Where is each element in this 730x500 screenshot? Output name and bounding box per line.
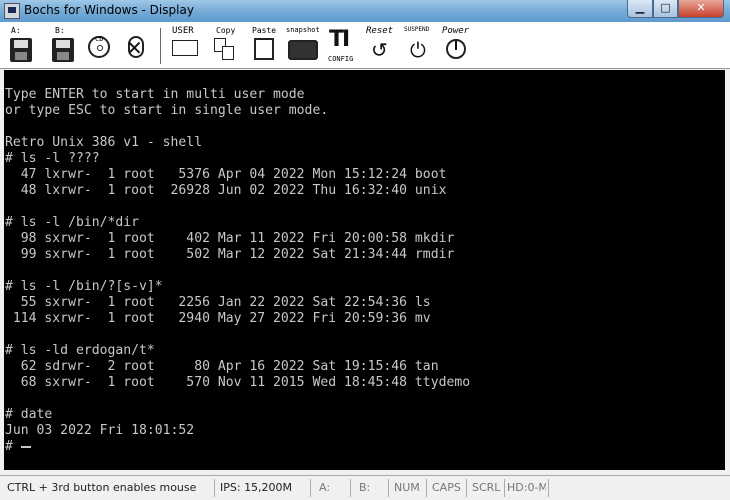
emulator-display[interactable]: Type ENTER to start in multi user mode o…: [4, 70, 725, 470]
copy-label: Copy: [216, 26, 236, 35]
minimize-button[interactable]: ▁: [627, 0, 653, 18]
snapshot-icon: [288, 40, 318, 60]
floppy-a-button[interactable]: A:: [8, 26, 38, 64]
snapshot-button[interactable]: snapshot: [286, 26, 322, 64]
power-label: Power: [442, 26, 470, 36]
floppy-a-icon: [10, 38, 32, 62]
suspend-label: SUSPEND: [404, 26, 430, 33]
status-empty: [548, 479, 728, 497]
cdrom-label: CD: [95, 35, 104, 43]
window-title: Bochs for Windows - Display: [24, 3, 194, 17]
text-cursor: [20, 445, 31, 448]
floppy-a-label: A:: [11, 26, 21, 35]
mouse-button[interactable]: ✕: [122, 26, 154, 64]
status-bar: CTRL + 3rd button enables mouse IPS: 15,…: [0, 475, 730, 500]
power-button[interactable]: Power: [442, 26, 476, 64]
floppy-b-label: B:: [55, 26, 65, 35]
suspend-button[interactable]: SUSPEND ⏻: [404, 26, 438, 64]
console-output: Type ENTER to start in multi user mode o…: [5, 87, 470, 455]
user-icon: [172, 40, 198, 56]
snapshot-label: snapshot: [286, 26, 320, 34]
status-caps: CAPS: [426, 479, 464, 497]
paste-label: Paste: [252, 26, 277, 35]
status-drive-b: B:: [350, 479, 386, 497]
reset-button[interactable]: Reset ↺: [366, 26, 398, 64]
maximize-button[interactable]: □: [653, 0, 678, 18]
status-hd: HD:0-M: [504, 479, 546, 497]
user-label: USER: [172, 26, 194, 36]
suspend-icon: ⏻: [410, 38, 426, 62]
status-scrl: SCRL: [466, 479, 502, 497]
status-mouse-hint: CTRL + 3rd button enables mouse: [7, 481, 197, 494]
toolbar-divider: [160, 28, 161, 64]
paste-icon: [254, 38, 274, 60]
copy-button[interactable]: Copy: [212, 26, 240, 64]
floppy-b-icon: [52, 38, 74, 62]
toolbar: A: B: CD ✕ USER Copy Paste snapshot T I …: [0, 22, 730, 69]
bochs-window: Bochs for Windows - Display ▁ □ ✕ A: B: …: [0, 0, 730, 500]
config-label: CONFIG: [328, 55, 354, 63]
app-icon[interactable]: [4, 3, 20, 19]
user-button[interactable]: USER: [170, 26, 202, 64]
cdrom-button[interactable]: CD: [86, 26, 116, 64]
status-drive-a: A:: [310, 479, 348, 497]
paste-button[interactable]: Paste: [252, 26, 280, 64]
status-num: NUM: [388, 479, 424, 497]
reset-icon: ↺: [371, 38, 388, 62]
reset-label: Reset: [366, 26, 394, 36]
title-bar[interactable]: Bochs for Windows - Display ▁ □ ✕: [0, 0, 730, 22]
floppy-b-button[interactable]: B:: [50, 26, 80, 64]
console-text: Type ENTER to start in multi user mode o…: [5, 87, 471, 454]
config-button[interactable]: T I CONFIG: [326, 26, 358, 64]
mouse-disabled-icon: ✕: [126, 36, 143, 60]
close-button[interactable]: ✕: [678, 0, 724, 18]
status-ips: IPS: 15,200M: [214, 479, 308, 497]
